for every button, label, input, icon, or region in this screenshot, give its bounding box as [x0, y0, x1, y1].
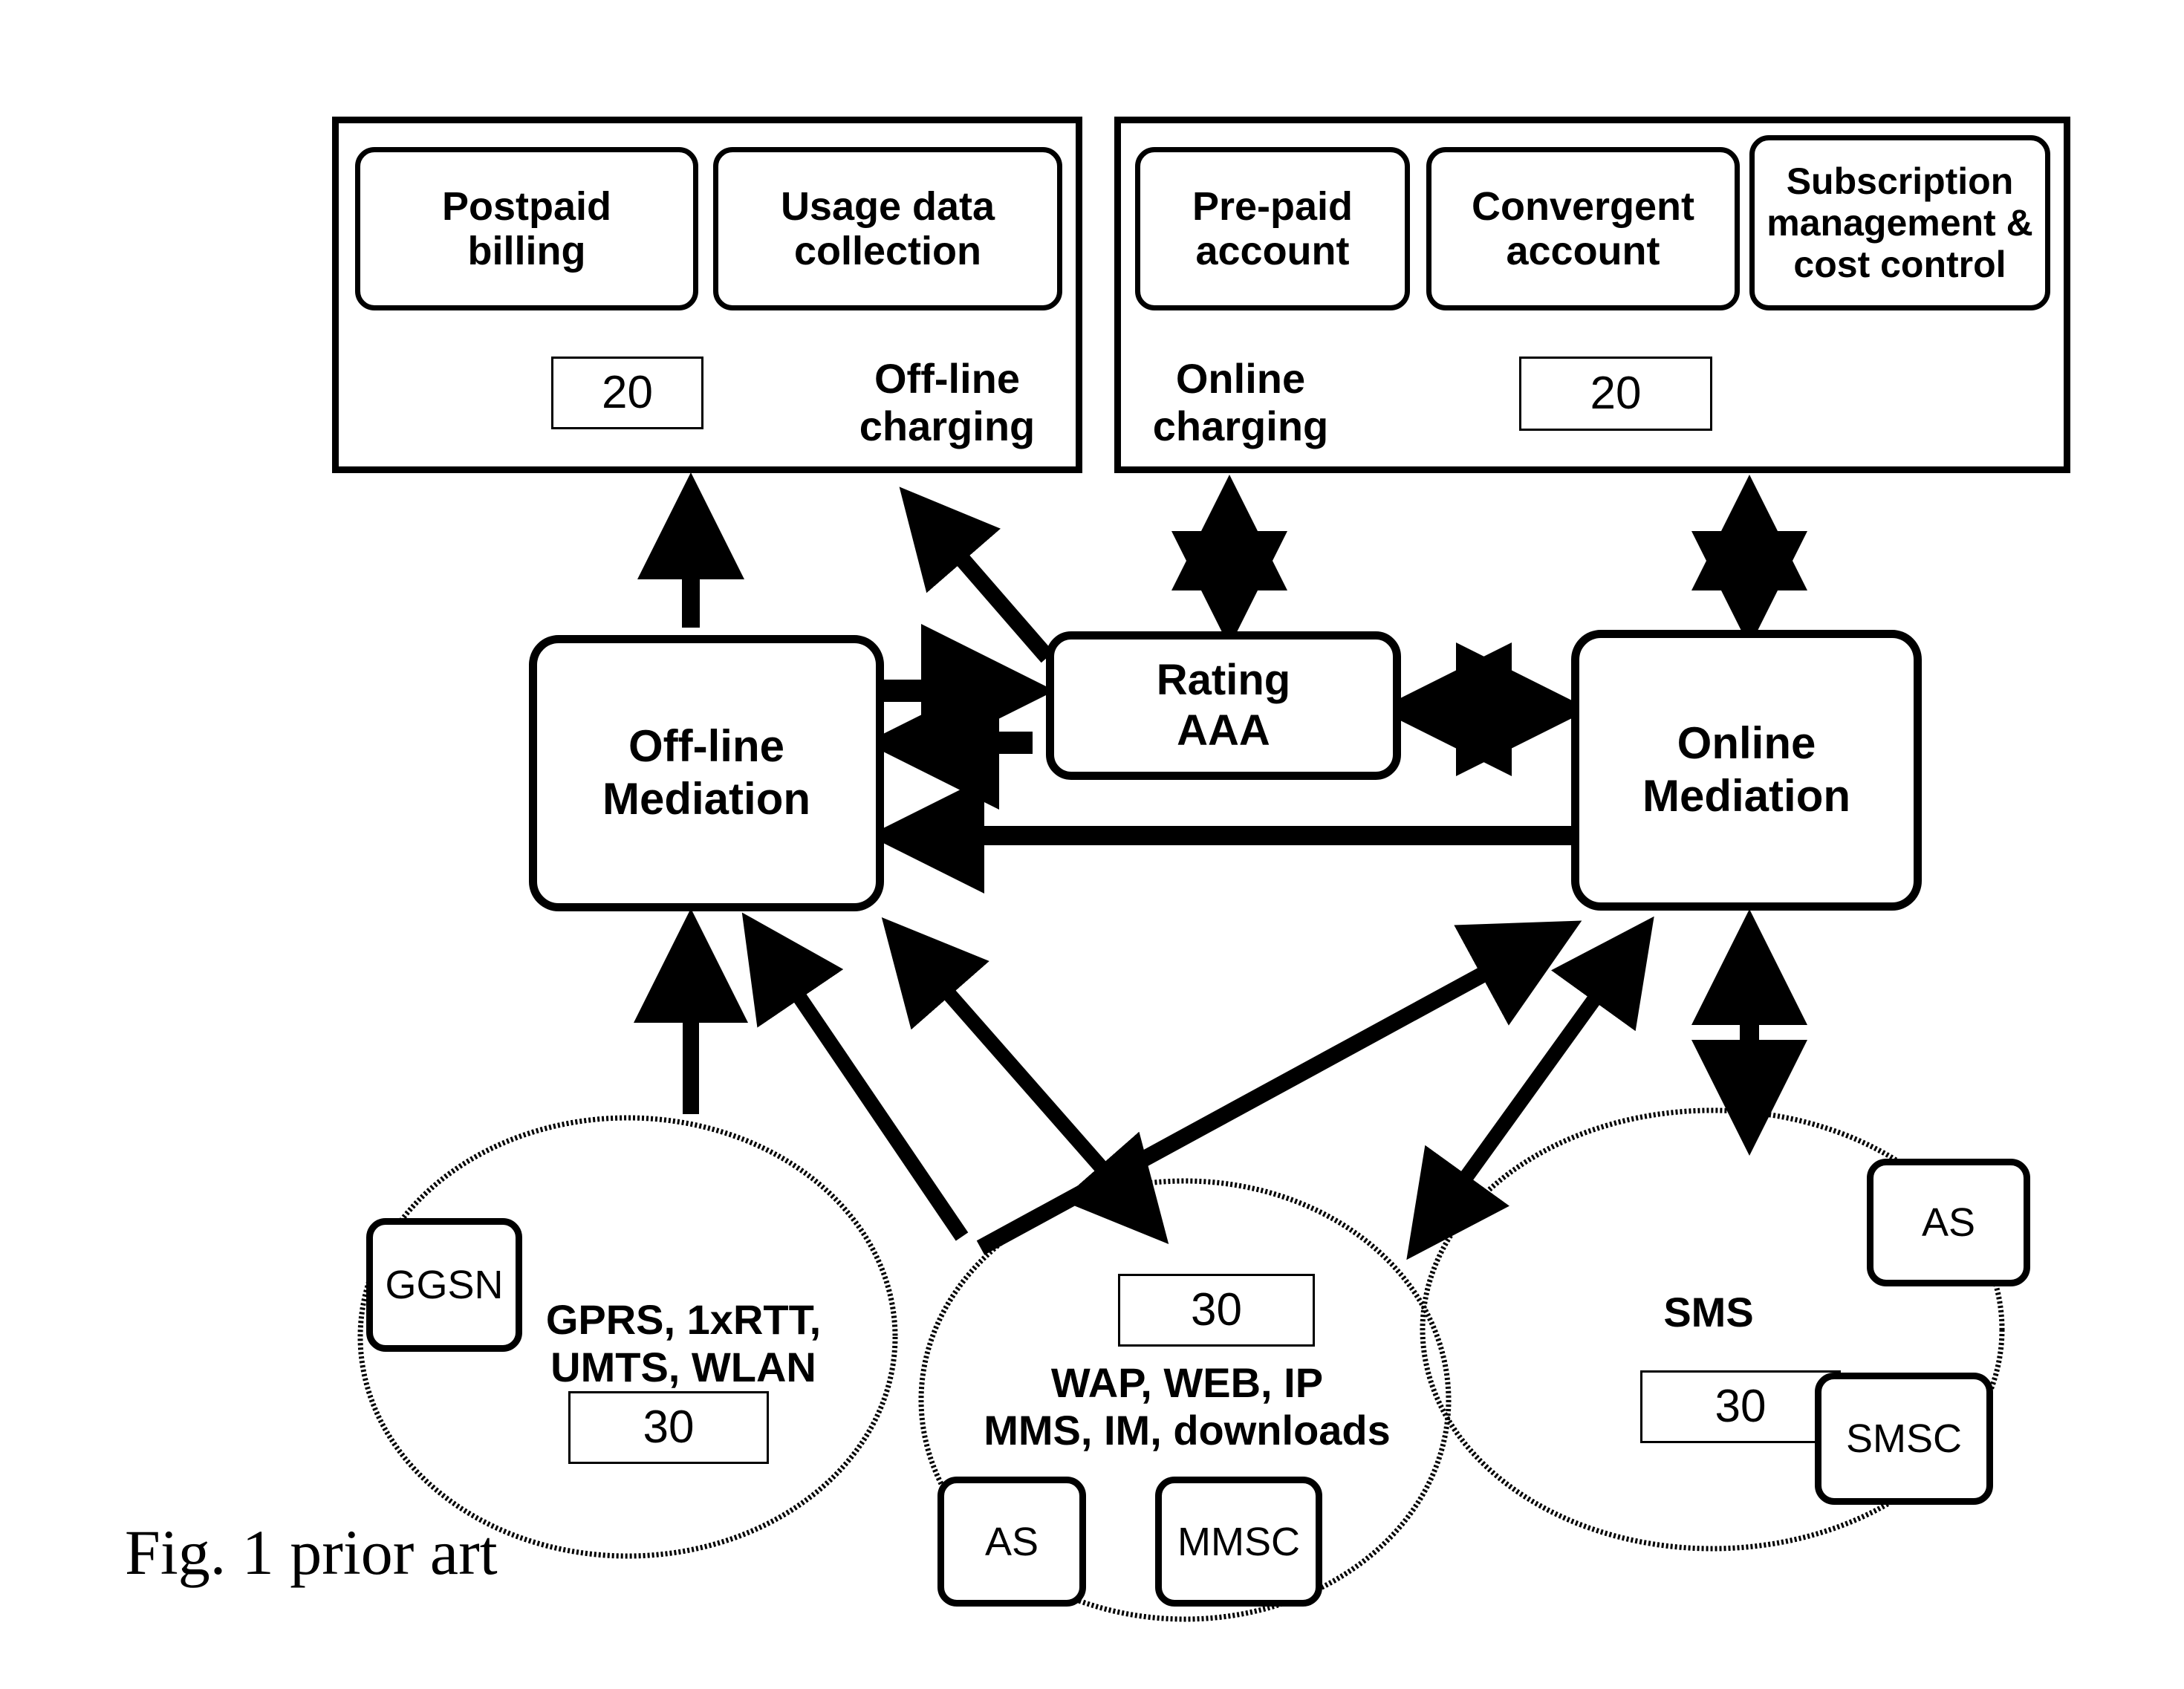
network-label-content-services: WAP, WEB, IP MMS, IM, downloads: [984, 1359, 1391, 1454]
arrow-content-services-to-online-mediation: [1406, 916, 1654, 1260]
reference-numeral-online-charging-value: 20: [1590, 368, 1642, 419]
network-element-mmsc[interactable]: MMSC: [1155, 1477, 1322, 1607]
offline-mediation-box[interactable]: Off-line Mediation: [529, 635, 884, 911]
rating-aaa-box[interactable]: Rating AAA: [1046, 631, 1401, 780]
arrow-rating-to-offline-charging: [899, 486, 1054, 663]
network-element-smsc[interactable]: SMSC: [1815, 1373, 1993, 1505]
reference-numeral-online-charging: 20: [1519, 357, 1712, 431]
capability-postpaid-billing[interactable]: Postpaid billing: [355, 147, 698, 310]
reference-numeral-packet-data: 30: [568, 1391, 769, 1464]
offline-mediation-label: Off-line Mediation: [602, 721, 810, 824]
reference-numeral-content-services-value: 30: [1191, 1284, 1242, 1335]
reference-numeral-offline-charging: 20: [551, 357, 703, 429]
network-element-as-content-label: AS: [984, 1519, 1039, 1564]
network-label-messaging: SMS: [1663, 1289, 1754, 1335]
reference-numeral-packet-data-value: 30: [643, 1402, 695, 1453]
network-label-packet-data: GPRS, 1xRTT, UMTS, WLAN: [545, 1296, 822, 1390]
figure-caption: Fig. 1 prior art: [125, 1517, 498, 1588]
online-charging-label: Online charging: [1152, 355, 1329, 449]
capability-prepaid-account-label: Pre-paid account: [1192, 183, 1353, 273]
capability-subscription-management[interactable]: Subscription management & cost control: [1749, 135, 2050, 310]
network-element-as-content[interactable]: AS: [937, 1477, 1086, 1607]
online-mediation-box[interactable]: Online Mediation: [1571, 630, 1922, 911]
network-element-as-messaging-label: AS: [1921, 1200, 1976, 1245]
reference-numeral-messaging-value: 30: [1715, 1381, 1767, 1432]
capability-usage-data-collection[interactable]: Usage data collection: [713, 147, 1062, 310]
capability-usage-data-collection-label: Usage data collection: [780, 183, 995, 273]
capability-convergent-account-label: Convergent account: [1471, 183, 1695, 273]
capability-subscription-management-label: Subscription management & cost control: [1767, 160, 2033, 285]
capability-prepaid-account[interactable]: Pre-paid account: [1135, 147, 1410, 310]
rating-aaa-label: Rating AAA: [1156, 655, 1291, 755]
online-mediation-label: Online Mediation: [1642, 718, 1850, 821]
network-element-smsc-label: SMSC: [1845, 1416, 1962, 1461]
reference-numeral-content-services: 30: [1118, 1274, 1315, 1347]
network-element-ggsn[interactable]: GGSN: [366, 1218, 522, 1352]
network-element-as-messaging[interactable]: AS: [1867, 1159, 2030, 1286]
network-element-ggsn-label: GGSN: [385, 1263, 504, 1307]
figure-canvas: Postpaid billing Usage data collection 2…: [0, 0, 2184, 1689]
offline-charging-label: Off-line charging: [859, 355, 1036, 449]
reference-numeral-offline-charging-value: 20: [602, 367, 653, 418]
reference-numeral-messaging: 30: [1640, 1370, 1841, 1443]
capability-postpaid-billing-label: Postpaid billing: [441, 183, 612, 273]
capability-convergent-account[interactable]: Convergent account: [1426, 147, 1740, 310]
arrow-packet-data-to-online-mediation: [976, 920, 1582, 1255]
network-element-mmsc-label: MMSC: [1177, 1519, 1300, 1564]
